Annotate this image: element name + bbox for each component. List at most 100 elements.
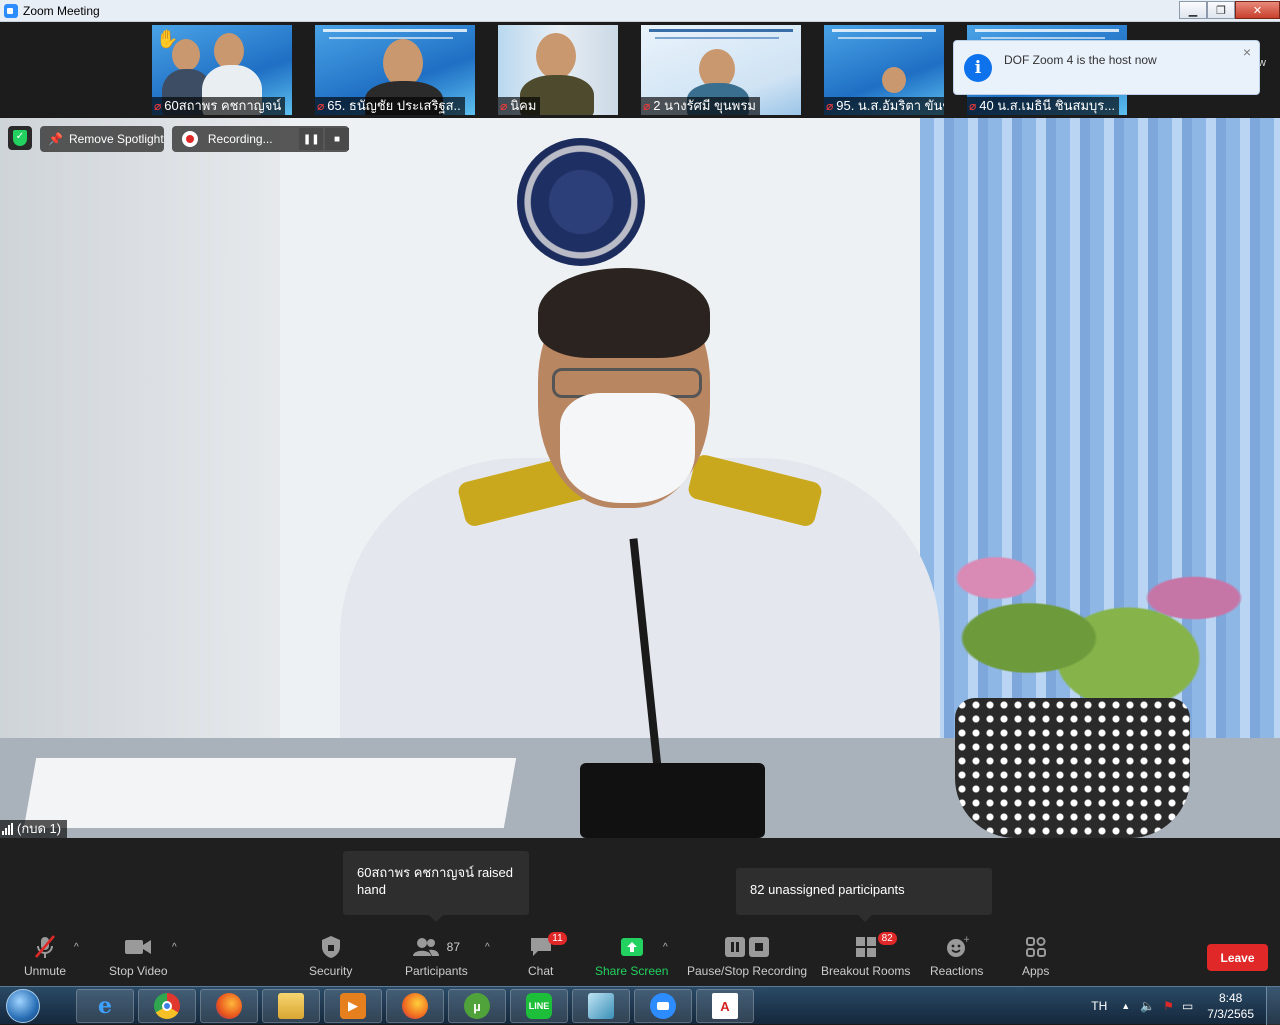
taskbar-explorer[interactable] bbox=[262, 989, 320, 1023]
tray-expand-icon[interactable]: ▲ bbox=[1121, 1001, 1130, 1011]
share-screen-button[interactable]: Share Screen bbox=[595, 934, 668, 978]
windows-taskbar: e ▶ µ LINE A TH ▲ 🔈 ⚑ ▭ 8:48 7/3/2565 bbox=[0, 986, 1280, 1025]
recording-icon bbox=[182, 131, 198, 147]
taskbar-zoom[interactable] bbox=[634, 989, 692, 1023]
pause-recording-button[interactable]: ❚❚ bbox=[299, 128, 324, 150]
minimize-button[interactable]: ▁ bbox=[1179, 1, 1207, 19]
svg-text:+: + bbox=[963, 935, 969, 945]
apps-button[interactable]: Apps bbox=[1022, 934, 1049, 978]
reactions-button[interactable]: + Reactions bbox=[930, 934, 983, 978]
chat-icon: 11 bbox=[529, 932, 567, 960]
info-icon: i bbox=[964, 53, 992, 82]
taskbar-app[interactable] bbox=[572, 989, 630, 1023]
participant-thumbnail[interactable]: ⌀ นิคม bbox=[498, 25, 618, 115]
volume-icon[interactable]: 🔈 bbox=[1140, 999, 1155, 1013]
raised-hand-icon: ✋ bbox=[156, 29, 179, 49]
close-icon[interactable]: × bbox=[1243, 44, 1251, 60]
leave-button[interactable]: Leave bbox=[1207, 944, 1268, 971]
participants-count: 87 bbox=[446, 940, 461, 954]
mic-muted-icon bbox=[33, 934, 57, 960]
system-tray: TH ▲ 🔈 ⚑ ▭ 8:48 7/3/2565 bbox=[1091, 987, 1280, 1025]
participant-name: 60สถาพร คชกาญจน์ bbox=[164, 98, 282, 113]
maximize-button[interactable]: ❐ bbox=[1207, 1, 1235, 19]
remove-spotlight-button[interactable]: 📌 Remove Spotlight bbox=[40, 126, 164, 152]
zoom-icon bbox=[650, 993, 676, 1019]
chat-badge: 11 bbox=[548, 932, 567, 945]
line-icon: LINE bbox=[526, 993, 552, 1019]
apps-icon bbox=[1025, 934, 1047, 960]
taskbar-utorrent[interactable]: µ bbox=[448, 989, 506, 1023]
taskbar-line[interactable]: LINE bbox=[510, 989, 568, 1023]
mic-muted-icon: ⌀ bbox=[500, 99, 508, 113]
security-button[interactable]: Security bbox=[309, 934, 352, 978]
mic-muted-icon: ⌀ bbox=[826, 99, 834, 113]
encryption-shield-button[interactable]: ✓ bbox=[8, 126, 32, 150]
participant-name: นิคม bbox=[510, 98, 537, 113]
close-button[interactable]: ✕ bbox=[1235, 1, 1280, 19]
start-button[interactable] bbox=[6, 989, 40, 1023]
participant-name: 2 นางรัศมี ขุนพรม bbox=[653, 98, 756, 113]
breakout-rooms-label: Breakout Rooms bbox=[821, 964, 911, 978]
unmute-label: Unmute bbox=[24, 964, 67, 978]
participant-name: 40 น.ส.เมธินี ชินสมบุร... bbox=[979, 98, 1116, 113]
network-icon[interactable]: ▭ bbox=[1182, 999, 1193, 1013]
pause-stop-icon bbox=[725, 934, 770, 960]
thumbnail-nametag: ⌀ 65. ธนัญชัย ประเสริฐส.. bbox=[315, 97, 465, 115]
share-options-caret[interactable]: ^ bbox=[663, 942, 668, 953]
shield-icon bbox=[321, 934, 341, 960]
audio-options-caret[interactable]: ^ bbox=[74, 942, 79, 953]
taskbar-firefox-2[interactable] bbox=[386, 989, 444, 1023]
participants-icon: 87 bbox=[412, 934, 461, 960]
mic-muted-icon: ⌀ bbox=[154, 99, 162, 113]
stop-recording-button[interactable]: ■ bbox=[325, 128, 349, 150]
show-desktop-button[interactable] bbox=[1266, 987, 1280, 1025]
participants-button[interactable]: 87 Participants bbox=[405, 934, 468, 978]
notification-message: DOF Zoom 4 is the host now bbox=[1004, 52, 1157, 67]
raised-hand-tooltip: 60สถาพร คชกาญจน์ raised hand bbox=[343, 851, 529, 922]
video-camera-icon bbox=[124, 934, 152, 960]
participant-thumbnail[interactable]: ⌀ 2 นางรัศมี ขุนพรม bbox=[641, 25, 801, 115]
clock-date: 7/3/2565 bbox=[1207, 1007, 1254, 1021]
signal-strength-icon bbox=[2, 823, 13, 835]
participant-thumbnail[interactable]: ⌀ 65. ธนัญชัย ประเสริฐส.. bbox=[315, 25, 475, 115]
pin-icon: 📌 bbox=[48, 132, 63, 146]
participant-thumbnail[interactable]: ✋ ⌀ 60สถาพร คชกาญจน์ bbox=[152, 25, 292, 115]
smiley-icon: + bbox=[945, 934, 969, 960]
action-center-flag-icon[interactable]: ⚑ bbox=[1163, 999, 1174, 1013]
utorrent-icon: µ bbox=[464, 993, 490, 1019]
pause-stop-recording-button[interactable]: Pause/Stop Recording bbox=[687, 934, 807, 978]
window-controls: ▁ ❐ ✕ bbox=[1179, 0, 1280, 20]
breakout-tooltip: 82 unassigned participants bbox=[736, 868, 992, 922]
thumbnail-nametag: ⌀ 2 นางรัศมี ขุนพรม bbox=[641, 97, 760, 115]
participants-options-caret[interactable]: ^ bbox=[485, 942, 490, 953]
unmute-button[interactable]: Unmute bbox=[24, 934, 66, 978]
taskbar-chrome[interactable] bbox=[138, 989, 196, 1023]
remove-spotlight-label: Remove Spotlight bbox=[68, 132, 164, 146]
breakout-rooms-button[interactable]: 82 Breakout Rooms bbox=[821, 932, 911, 978]
video-options-caret[interactable]: ^ bbox=[172, 942, 177, 953]
reactions-label: Reactions bbox=[930, 964, 984, 978]
stop-video-button[interactable]: Stop Video bbox=[109, 934, 168, 978]
taskbar-ie[interactable]: e bbox=[76, 989, 134, 1023]
chrome-icon bbox=[154, 993, 180, 1019]
taskbar-acrobat[interactable]: A bbox=[696, 989, 754, 1023]
apps-label: Apps bbox=[1022, 964, 1050, 978]
media-player-icon: ▶ bbox=[340, 993, 366, 1019]
language-indicator[interactable]: TH bbox=[1091, 999, 1107, 1013]
participant-thumbnail[interactable]: ⌀ 95. น.ส.อัมริตา ขันขาว bbox=[824, 25, 944, 115]
chat-button[interactable]: 11 Chat bbox=[528, 932, 567, 978]
taskbar-media-player[interactable]: ▶ bbox=[324, 989, 382, 1023]
taskbar-firefox[interactable] bbox=[200, 989, 258, 1023]
zoom-app-icon bbox=[4, 3, 18, 18]
mic-muted-icon: ⌀ bbox=[643, 99, 651, 113]
clock[interactable]: 8:48 7/3/2565 bbox=[1207, 990, 1254, 1022]
main-speaker-nametag: (กบด 1) bbox=[0, 820, 68, 838]
window-app-icon bbox=[588, 993, 614, 1019]
pdf-icon: A bbox=[712, 993, 738, 1019]
title-bar: Zoom Meeting ▁ ❐ ✕ bbox=[0, 0, 1280, 22]
firefox-icon bbox=[402, 993, 428, 1019]
chat-label: Chat bbox=[528, 964, 554, 978]
main-video bbox=[0, 118, 1280, 838]
recording-indicator: Recording... ❚❚ ■ bbox=[172, 126, 349, 152]
share-screen-label: Share Screen bbox=[595, 964, 669, 978]
